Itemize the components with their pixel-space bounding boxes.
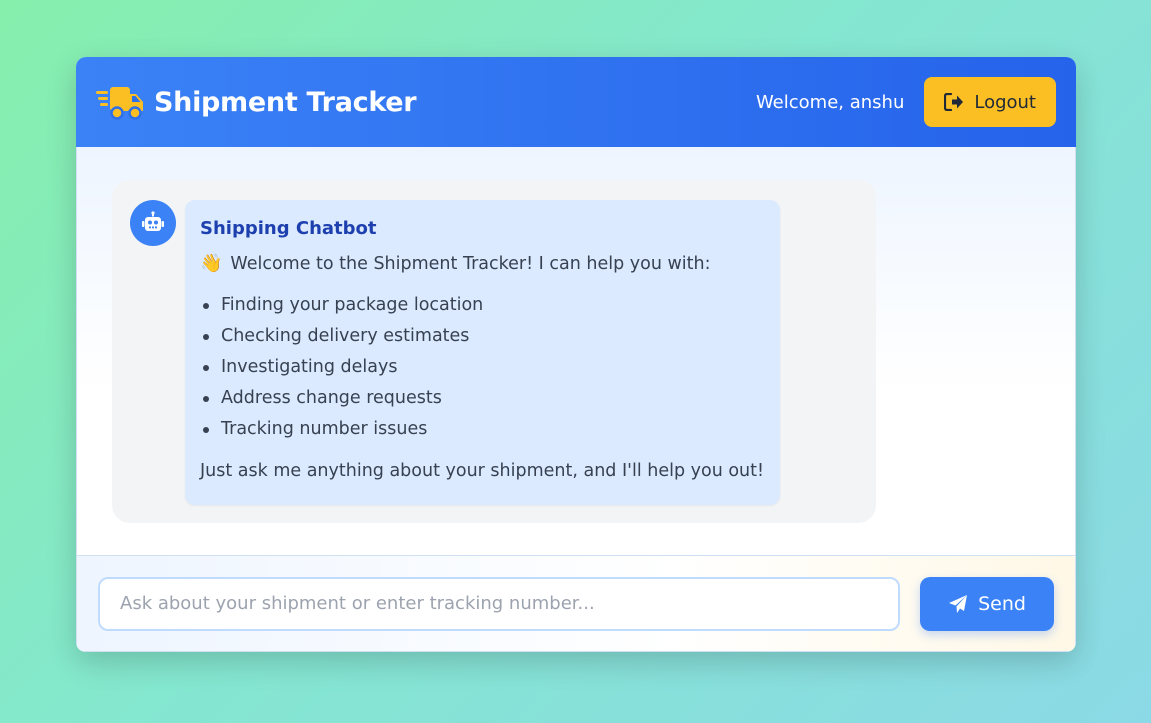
logout-label: Logout [974,91,1036,113]
chat-input[interactable] [98,576,900,631]
send-label: Send [978,592,1026,615]
welcome-text: Welcome, anshu [755,91,905,113]
logout-button[interactable]: Logout [924,77,1056,127]
bot-message: Shipping Chatbot 👋 Welcome to the Shipme… [112,180,876,523]
composer-bar: Send [76,555,1076,652]
send-button[interactable]: Send [920,576,1054,631]
list-item: Finding your package location [200,290,765,321]
header: Shipment Tracker Welcome, anshu Logout [76,57,1076,147]
bullet-icon [203,395,209,402]
chat-area: Shipping Chatbot 👋 Welcome to the Shipme… [76,147,1076,555]
list-item: Address change requests [200,383,765,414]
logout-icon [944,93,964,111]
robot-icon [142,211,164,231]
bullet-icon [203,302,209,309]
bot-avatar [130,200,176,246]
sender-name: Shipping Chatbot [200,218,377,239]
brand: Shipment Tracker [96,82,417,122]
bullet-icon [203,333,209,340]
header-right: Welcome, anshu Logout [756,77,1056,127]
feature-list: Finding your package location Checking d… [200,290,765,445]
list-item: Checking delivery estimates [200,321,765,352]
app-window: Shipment Tracker Welcome, anshu Logout S… [76,57,1076,652]
intro-line: 👋 Welcome to the Shipment Tracker! I can… [200,253,765,274]
waving-hand-icon: 👋 [200,253,223,274]
truck-icon [96,87,143,120]
bullet-icon [203,364,209,371]
list-item: Investigating delays [200,352,765,383]
list-item: Tracking number issues [200,414,765,445]
bullet-icon [203,426,209,433]
message-bubble: Shipping Chatbot 👋 Welcome to the Shipme… [185,200,780,505]
app-title: Shipment Tracker [154,86,417,118]
paper-plane-icon [949,594,968,613]
outro-text: Just ask me anything about your shipment… [200,461,765,481]
intro-text: Welcome to the Shipment Tracker! I can h… [230,253,711,274]
